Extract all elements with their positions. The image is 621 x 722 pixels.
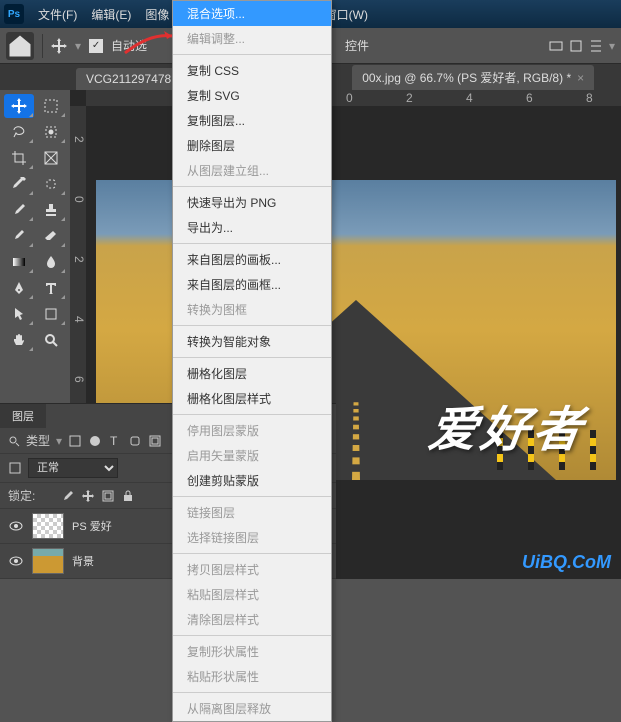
filter-type-icon[interactable]: T bbox=[108, 434, 122, 448]
svg-text:T: T bbox=[110, 434, 118, 448]
zoom-tool[interactable] bbox=[36, 328, 66, 352]
crop-tool[interactable] bbox=[4, 146, 34, 170]
context-menu-item: 从隔离图层释放 bbox=[173, 696, 331, 721]
lock-indicator-icon bbox=[8, 461, 22, 475]
annotation-arrow bbox=[120, 28, 180, 61]
document-tab[interactable]: 00x.jpg @ 66.7% (PS 爱好者, RGB/8) *× bbox=[352, 65, 594, 90]
context-menu-item[interactable]: 来自图层的画板... bbox=[173, 247, 331, 272]
blur-tool[interactable] bbox=[36, 250, 66, 274]
lock-all-icon[interactable] bbox=[121, 489, 135, 503]
context-menu-item[interactable]: 导出为... bbox=[173, 215, 331, 240]
lock-position-icon[interactable] bbox=[81, 489, 95, 503]
layer-thumbnail bbox=[32, 513, 64, 539]
align-icon[interactable] bbox=[549, 39, 563, 53]
context-menu-item[interactable]: 栅格化图层 bbox=[173, 361, 331, 386]
visibility-icon[interactable] bbox=[8, 518, 24, 534]
watermark: UiBQ.CoM bbox=[522, 552, 611, 573]
context-menu-item: 停用图层蒙版 bbox=[173, 418, 331, 443]
context-menu-item: 启用矢量蒙版 bbox=[173, 443, 331, 468]
quick-select-tool[interactable] bbox=[36, 120, 66, 144]
filter-shape-icon[interactable] bbox=[128, 434, 142, 448]
auto-select-checkbox[interactable]: ✓ bbox=[89, 39, 103, 53]
align-icon[interactable] bbox=[569, 39, 583, 53]
context-menu-item[interactable]: 快速导出为 PNG bbox=[173, 190, 331, 215]
healing-tool[interactable] bbox=[36, 172, 66, 196]
move-tool-icon bbox=[51, 38, 67, 54]
context-menu-item[interactable]: 复制 SVG bbox=[173, 83, 331, 108]
layer-name: 背景 bbox=[72, 553, 94, 569]
marquee-tool[interactable] bbox=[36, 94, 66, 118]
lasso-tool[interactable] bbox=[4, 120, 34, 144]
filter-adjust-icon[interactable] bbox=[88, 434, 102, 448]
context-menu-item[interactable]: 转换为智能对象 bbox=[173, 329, 331, 354]
lock-artboard-icon[interactable] bbox=[101, 489, 115, 503]
context-menu-item: 清除图层样式 bbox=[173, 607, 331, 632]
context-menu-item[interactable]: 混合选项... bbox=[173, 1, 331, 26]
align-icon[interactable] bbox=[589, 39, 603, 53]
history-brush-tool[interactable] bbox=[4, 224, 34, 248]
context-menu-item[interactable]: 删除图层 bbox=[173, 133, 331, 158]
context-menu-item: 编辑调整... bbox=[173, 26, 331, 51]
brush-tool[interactable] bbox=[4, 198, 34, 222]
context-menu: 混合选项...编辑调整... 复制 CSS复制 SVG复制图层...删除图层从图层… bbox=[172, 0, 332, 722]
frame-tool[interactable] bbox=[36, 146, 66, 170]
filter-smart-icon[interactable] bbox=[148, 434, 162, 448]
menu-item[interactable]: 文件(F) bbox=[32, 4, 83, 25]
search-icon[interactable] bbox=[8, 435, 20, 447]
close-icon[interactable]: × bbox=[577, 71, 584, 85]
eraser-tool[interactable] bbox=[36, 224, 66, 248]
lock-transparency-icon[interactable] bbox=[41, 489, 55, 503]
move-tool[interactable] bbox=[4, 94, 34, 118]
blend-mode-select[interactable]: 正常 bbox=[28, 458, 118, 478]
shape-tool[interactable] bbox=[36, 302, 66, 326]
ruler-horizontal: 02468 bbox=[86, 90, 621, 106]
context-menu-item: 粘贴图层样式 bbox=[173, 582, 331, 607]
context-menu-item[interactable]: 复制 CSS bbox=[173, 58, 331, 83]
menu-item[interactable]: 图像 bbox=[139, 4, 175, 25]
document-tab[interactable]: VCG211297478 bbox=[76, 68, 181, 90]
gradient-tool[interactable] bbox=[4, 250, 34, 274]
path-select-tool[interactable] bbox=[4, 302, 34, 326]
layer-thumbnail bbox=[32, 548, 64, 574]
home-button[interactable] bbox=[6, 32, 34, 60]
context-menu-item: 链接图层 bbox=[173, 500, 331, 525]
context-menu-item[interactable]: 创建剪贴蒙版 bbox=[173, 468, 331, 493]
controls-label: 控件 bbox=[345, 37, 369, 54]
lock-paint-icon[interactable] bbox=[61, 489, 75, 503]
context-menu-item: 选择链接图层 bbox=[173, 525, 331, 550]
type-tool[interactable] bbox=[36, 276, 66, 300]
context-menu-item: 从图层建立组... bbox=[173, 158, 331, 183]
context-menu-item: 拷贝图层样式 bbox=[173, 557, 331, 582]
canvas-text: 爱好者 bbox=[425, 390, 591, 460]
pen-tool[interactable] bbox=[4, 276, 34, 300]
hand-tool[interactable] bbox=[4, 328, 34, 352]
menu-item[interactable]: 编辑(E) bbox=[85, 4, 137, 25]
panel-tab-layers[interactable]: 图层 bbox=[0, 404, 46, 428]
context-menu-item[interactable]: 栅格化图层样式 bbox=[173, 386, 331, 411]
ps-logo: Ps bbox=[4, 4, 24, 24]
context-menu-item[interactable]: 复制图层... bbox=[173, 108, 331, 133]
layer-name: PS 爱好 bbox=[72, 518, 112, 534]
stamp-tool[interactable] bbox=[36, 198, 66, 222]
context-menu-item[interactable]: 来自图层的画框... bbox=[173, 272, 331, 297]
context-menu-item: 粘贴形状属性 bbox=[173, 664, 331, 689]
context-menu-item: 转换为图框 bbox=[173, 297, 331, 322]
visibility-icon[interactable] bbox=[8, 553, 24, 569]
context-menu-item: 复制形状属性 bbox=[173, 639, 331, 664]
eyedropper-tool[interactable] bbox=[4, 172, 34, 196]
filter-pixel-icon[interactable] bbox=[68, 434, 82, 448]
